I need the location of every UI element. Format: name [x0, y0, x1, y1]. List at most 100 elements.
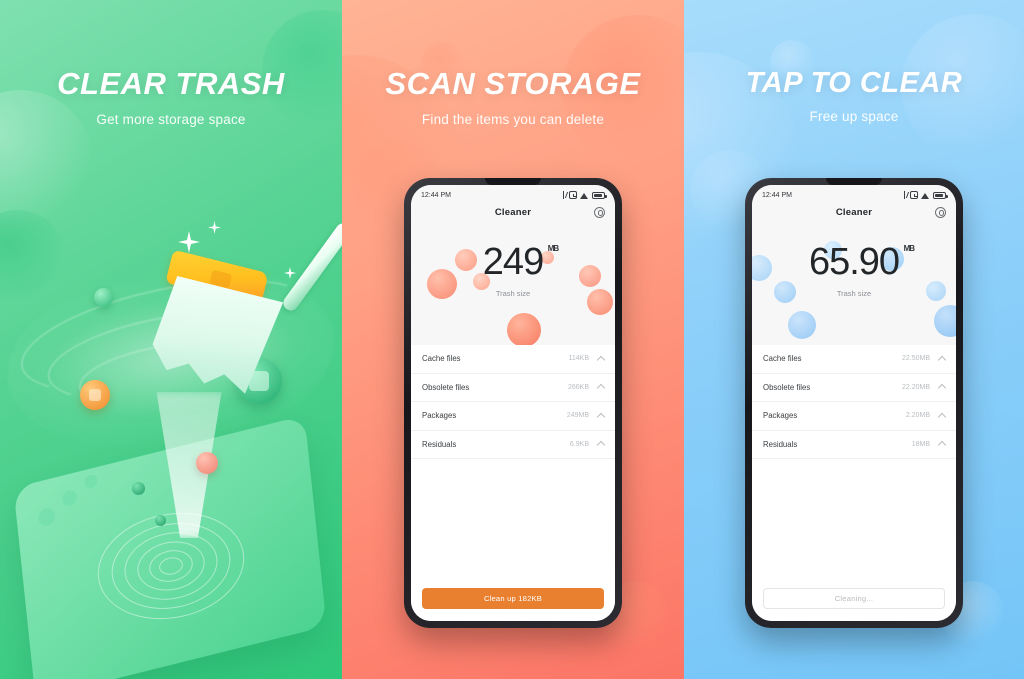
- chevron-up-icon[interactable]: [937, 441, 947, 450]
- phone-footer: Clean up 182KB: [411, 579, 615, 621]
- decor-bubble: [788, 311, 816, 339]
- table-row[interactable]: Packages 2.20MB: [752, 402, 956, 431]
- table-row[interactable]: Packages 249MB: [411, 402, 615, 431]
- panel-subtitle: Free up space: [809, 109, 899, 125]
- row-label: Packages: [422, 411, 457, 421]
- alarm-icon: [569, 191, 577, 199]
- clean-up-button[interactable]: Clean up 182KB: [422, 588, 604, 609]
- bluetooth-icon: [903, 191, 907, 199]
- chevron-up-icon[interactable]: [937, 412, 947, 421]
- trash-size-number: 249: [482, 241, 544, 283]
- table-row[interactable]: Obsolete files 266KB: [411, 374, 615, 402]
- status-icon-group: [562, 191, 607, 199]
- orb-green-small: [94, 288, 113, 307]
- bluetooth-icon: [562, 191, 566, 199]
- status-bar: 12:44 PM: [411, 185, 615, 201]
- orb-pink: [196, 452, 218, 474]
- row-label: Cache files: [763, 354, 802, 364]
- row-value: 2.20MB: [905, 412, 930, 420]
- chevron-up-icon[interactable]: [596, 355, 606, 364]
- panel-title: CLEAR TRASH: [57, 66, 285, 101]
- panel-clear-trash: CLEAR TRASH Get more storage space: [0, 0, 342, 679]
- orb-green-tiny: [132, 482, 145, 495]
- table-row[interactable]: Obsolete files 22.20MB: [752, 374, 956, 402]
- chevron-up-icon[interactable]: [596, 412, 606, 421]
- battery-icon: [592, 191, 607, 199]
- phone-notch: [826, 178, 882, 185]
- gear-icon[interactable]: [935, 206, 946, 218]
- row-value: 266KB: [567, 383, 589, 391]
- trash-size-block: 249 MB Trash size: [411, 243, 615, 298]
- chevron-up-icon[interactable]: [937, 384, 947, 393]
- panel-title: SCAN STORAGE: [385, 66, 641, 101]
- trash-category-list: Cache files 114KB Obsolete files 266KB P…: [411, 345, 615, 579]
- panel-heading: SCAN STORAGE Find the items you can dele…: [342, 66, 684, 127]
- trash-size-number: 65.90: [808, 241, 900, 283]
- app-bar: Cleaner: [752, 201, 956, 223]
- app-title: Cleaner: [835, 206, 873, 218]
- chevron-up-icon[interactable]: [596, 441, 606, 450]
- alarm-icon: [910, 191, 918, 199]
- status-icon-group: [903, 191, 948, 199]
- broom-bristles: [144, 273, 288, 398]
- panel-subtitle: Find the items you can delete: [421, 111, 605, 127]
- row-value: 114KB: [568, 355, 590, 363]
- table-row[interactable]: Cache files 22.50MB: [752, 345, 956, 374]
- orb-green-tiny: [155, 515, 166, 526]
- phone-footer: Cleaning...: [752, 579, 956, 621]
- screenshot-stage: CLEAR TRASH Get more storage space SCAN …: [0, 0, 1024, 679]
- sparkle-icon: [208, 221, 221, 234]
- trash-size-value: 65.90 MB: [808, 241, 915, 283]
- sparkle-icon: [178, 231, 200, 253]
- row-label: Residuals: [422, 439, 457, 449]
- status-time: 12:44 PM: [421, 191, 451, 199]
- cleaning-status-button[interactable]: Cleaning...: [763, 588, 945, 609]
- trash-category-list: Cache files 22.50MB Obsolete files 22.20…: [752, 345, 956, 579]
- row-value: 6.9KB: [569, 440, 589, 448]
- chevron-up-icon[interactable]: [596, 384, 606, 393]
- wifi-icon: [921, 192, 930, 199]
- trash-summary-header: 12:44 PM Cleaner: [411, 185, 615, 345]
- row-label: Packages: [763, 411, 798, 421]
- row-label: Residuals: [763, 439, 798, 449]
- status-time: 12:44 PM: [762, 191, 792, 199]
- row-label: Cache files: [422, 354, 461, 364]
- row-value: 249MB: [566, 412, 589, 420]
- trash-size-value: 249 MB: [482, 241, 559, 283]
- gear-icon[interactable]: [594, 206, 605, 218]
- orb-orange: [80, 380, 110, 410]
- chevron-up-icon[interactable]: [937, 355, 947, 364]
- phone-screen: 12:44 PM Cleaner: [752, 185, 956, 621]
- plate-dot: [37, 506, 56, 528]
- panel-heading: TAP TO CLEAR Free up space: [684, 68, 1024, 125]
- wifi-icon: [580, 192, 589, 199]
- phone-mockup-scan: 12:44 PM Cleaner 249 MB Trash size Cache…: [404, 178, 622, 628]
- sparkle-icon: [284, 267, 296, 279]
- phone-mockup-clear: 12:44 PM Cleaner 65.90 MB Trash size Cac…: [745, 178, 963, 628]
- plate-dot: [83, 473, 98, 490]
- phone-screen: 12:44 PM Cleaner: [411, 185, 615, 621]
- row-label: Obsolete files: [763, 382, 811, 392]
- trash-summary-header: 12:44 PM Cleaner: [752, 185, 956, 345]
- table-row[interactable]: Cache files 114KB: [411, 345, 615, 374]
- status-bar: 12:44 PM: [752, 185, 956, 201]
- panel-tap-to-clear: TAP TO CLEAR Free up space 12:44 PM Clea…: [684, 0, 1024, 679]
- decor-bubble: [934, 305, 956, 337]
- trash-size-label: Trash size: [836, 289, 872, 298]
- phone-notch: [485, 178, 541, 185]
- panel-heading: CLEAR TRASH Get more storage space: [0, 66, 342, 127]
- panel-subtitle: Get more storage space: [96, 111, 246, 127]
- trash-size-unit: MB: [903, 244, 915, 253]
- broom-icon: [150, 205, 342, 385]
- table-row[interactable]: Residuals 6.9KB: [411, 431, 615, 459]
- trash-size-unit: MB: [547, 244, 559, 253]
- row-value: 22.20MB: [901, 383, 930, 391]
- table-row[interactable]: Residuals 18MB: [752, 431, 956, 459]
- panel-scan-storage: SCAN STORAGE Find the items you can dele…: [342, 0, 684, 679]
- plate-dot: [61, 488, 78, 508]
- app-title: Cleaner: [494, 206, 532, 218]
- row-value: 22.50MB: [901, 355, 930, 363]
- app-bar: Cleaner: [411, 201, 615, 223]
- row-label: Obsolete files: [422, 382, 470, 392]
- battery-icon: [933, 191, 948, 199]
